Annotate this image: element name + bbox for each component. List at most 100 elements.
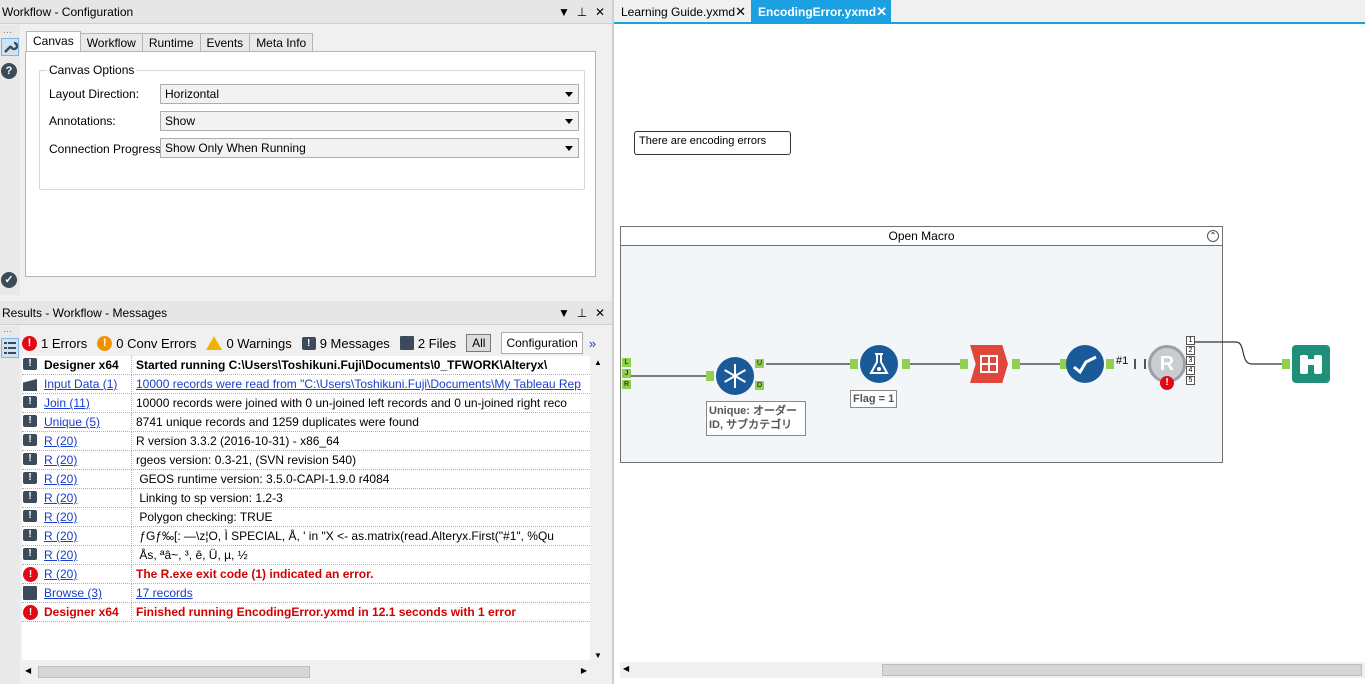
port-r[interactable]: R [622,380,631,389]
transform-input-port[interactable] [960,359,968,369]
dropdown-icon[interactable]: ▼ [558,0,570,24]
browse-input-port[interactable] [1282,359,1290,369]
port-l[interactable]: L [622,358,631,367]
messages-filter[interactable]: ! 9 Messages [301,336,390,351]
row-source[interactable]: R (20) [44,432,132,451]
dropdown-icon[interactable]: ▼ [558,301,570,325]
scroll-up-icon[interactable]: ▲ [594,358,602,367]
row-source[interactable]: Unique (5) [44,413,132,432]
pin-icon[interactable]: ⊥ [576,0,588,24]
chevron-down-icon [565,146,573,151]
row-message[interactable]: 17 records [136,584,590,603]
r-output-4[interactable]: 4 [1186,366,1195,375]
table-row[interactable]: ! R (20) Polygon checking: TRUE [22,508,590,527]
tab-canvas[interactable]: Canvas [26,31,81,51]
config-side-toolbar: ⋯ ? ✓ [0,25,20,295]
scroll-left-icon[interactable]: ◀ [25,666,31,675]
unique-port-u[interactable]: U [755,359,764,368]
r-input-port[interactable] [1134,359,1146,369]
close-icon[interactable]: ✕ [594,0,606,24]
error-icon: ! [23,567,38,582]
tab-runtime[interactable]: Runtime [141,33,201,51]
formula-tool-icon[interactable] [860,345,898,383]
row-source[interactable]: Browse (3) [44,584,132,603]
tab-workflow[interactable]: Workflow [79,33,143,51]
check-output-port[interactable] [1106,359,1114,369]
row-message: The R.exe exit code (1) indicated an err… [136,567,374,581]
grip-dots: ⋯ [3,326,12,336]
unique-port-d[interactable]: D [755,381,764,390]
list-view-icon[interactable] [1,338,19,358]
configuration-button[interactable]: Configuration [501,332,583,354]
row-source[interactable]: R (20) [44,527,132,546]
r-output-5[interactable]: 5 [1186,376,1195,385]
r-output-2[interactable]: 2 [1186,346,1195,355]
close-icon[interactable]: ✕ [594,301,606,325]
row-message: Polygon checking: TRUE [136,510,273,524]
formula-output-port[interactable] [902,359,910,369]
conv-errors-filter[interactable]: ! 0 Conv Errors [97,335,196,351]
table-row[interactable]: ! R (20) ƒGƒ‰[: —\z¦O, Ì SPECIAL, Å, ' in… [22,527,590,546]
wrench-icon[interactable] [1,38,19,56]
unique-input-port[interactable] [706,371,714,381]
results-horizontal-scrollbar[interactable]: ◀ ▶ [22,664,590,680]
tab-meta-info[interactable]: Meta Info [249,33,314,51]
scroll-down-icon[interactable]: ▼ [594,651,602,660]
checkpoint-tool-icon[interactable] [1066,345,1104,383]
tab-events[interactable]: Events [199,33,251,51]
help-icon[interactable]: ? [1,63,17,79]
table-row[interactable]: ! R (20) The R.exe exit code (1) indicated… [22,565,590,584]
transform-output-port[interactable] [1012,359,1020,369]
table-row[interactable]: ! R (20) Linking to sp version: 1.2-3 [22,489,590,508]
browse-binoculars-icon[interactable] [1292,345,1330,383]
message-icon: ! [23,358,38,373]
row-source[interactable]: R (20) [44,451,132,470]
results-vertical-scrollbar[interactable]: ▲ ▼ [590,356,606,662]
row-source[interactable]: R (20) [44,546,132,565]
join-output-ports[interactable]: L J R [622,358,632,390]
scroll-thumb[interactable] [882,664,1362,676]
scroll-thumb[interactable] [38,666,310,678]
row-source[interactable]: Join (11) [44,394,132,413]
results-grid: ! Designer x64 Started running C:\Users\To… [22,356,590,660]
config-panel-title-text: Workflow - Configuration [2,5,134,19]
row-source[interactable]: R (20) [44,470,132,489]
table-row[interactable]: ! Unique (5) 8741 unique records and 1259 … [22,413,590,432]
table-row[interactable]: Input Data (1) 10000 records were read fr… [22,375,590,394]
scroll-left-icon[interactable]: ◀ [623,664,629,673]
row-message[interactable]: 10000 records were read from "C:\Users\T… [136,375,590,394]
overflow-chevron-icon[interactable]: » [589,336,596,351]
formula-input-port[interactable] [850,359,858,369]
row-source[interactable]: Input Data (1) [44,375,132,394]
r-output-3[interactable]: 3 [1186,356,1195,365]
r-output-1[interactable]: 1 [1186,336,1195,345]
table-row[interactable]: ! Designer x64 Started running C:\Users\To… [22,356,590,375]
unique-tool-icon[interactable] [716,357,754,395]
errors-filter[interactable]: ! 1 Errors [22,335,87,351]
files-count: 2 Files [417,335,457,351]
table-row[interactable]: ! Join (11) 10000 records were joined with… [22,394,590,413]
row-source[interactable]: R (20) [44,489,132,508]
row-source[interactable]: R (20) [44,508,132,527]
table-row[interactable]: ! R (20) GEOS runtime version: 3.5.0-CAPI… [22,470,590,489]
annotations-select[interactable]: Show [160,111,579,131]
row-source[interactable]: R (20) [44,565,132,584]
canvas-horizontal-scrollbar[interactable]: ◀ [620,662,1365,678]
warnings-filter[interactable]: 0 Warnings [206,336,292,351]
table-row[interactable]: ! R (20) rgeos version: 0.3-21, (SVN revis… [22,451,590,470]
table-row[interactable]: Browse (3) 17 records [22,584,590,603]
table-row[interactable]: ! R (20) Ås, ªâ~, ³, ê, Ü, µ, ½ [22,546,590,565]
left-pane: Workflow - Configuration ▼ ⊥ ✕ ⋯ ? ✓ Can… [0,0,612,684]
save-file-icon [399,336,414,350]
layout-direction-select[interactable]: Horizontal [160,84,579,104]
table-row[interactable]: ! R (20) R version 3.3.2 (2016-10-31) - x8… [22,432,590,451]
all-button[interactable]: All [466,334,492,352]
connection-progress-select[interactable]: Show Only When Running [160,138,579,158]
port-j[interactable]: J [622,369,631,378]
pin-icon[interactable]: ⊥ [576,301,588,325]
transform-tool-icon[interactable] [970,345,1008,383]
table-row[interactable]: ! Designer x64 Finished running EncodingEr… [22,603,590,622]
files-filter[interactable]: 2 Files [399,335,457,351]
check-icon[interactable]: ✓ [1,272,17,288]
scroll-right-icon[interactable]: ▶ [581,666,587,675]
